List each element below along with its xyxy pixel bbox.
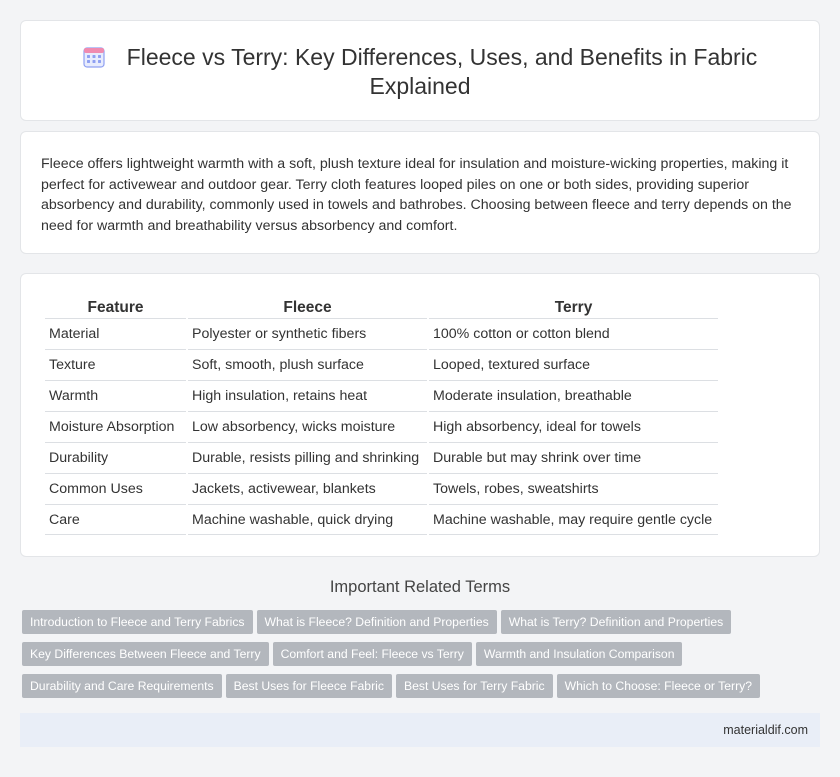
table-header-row: Feature Fleece Terry	[45, 296, 718, 318]
header-feature: Feature	[87, 299, 144, 316]
related-tag[interactable]: What is Terry? Definition and Properties	[500, 610, 732, 634]
cell-terry: Towels, robes, sweatshirts	[429, 473, 718, 504]
header-terry: Terry	[554, 299, 593, 316]
cell-fleece: Machine washable, quick drying	[188, 504, 427, 535]
cell-terry: 100% cotton or cotton blend	[429, 318, 718, 349]
table-row: Material Polyester or synthetic fibers 1…	[45, 318, 718, 349]
related-tag[interactable]: Key Differences Between Fleece and Terry	[22, 642, 269, 666]
header-fleece: Fleece	[283, 299, 332, 316]
table-row: Durability Durable, resists pilling and …	[45, 442, 718, 473]
cell-feature: Texture	[45, 349, 186, 380]
table-row: Moisture Absorption Low absorbency, wick…	[45, 411, 718, 442]
page-title-wrap: Fleece vs Terry: Key Differences, Uses, …	[61, 43, 779, 101]
related-tag[interactable]: Best Uses for Terry Fabric	[395, 674, 553, 698]
cell-fleece: High insulation, retains heat	[188, 380, 427, 411]
related-tag[interactable]: Which to Choose: Fleece or Terry?	[556, 674, 761, 698]
related-tag[interactable]: Durability and Care Requirements	[22, 674, 222, 698]
tag-row: Durability and Care Requirements Best Use…	[22, 674, 761, 706]
cell-fleece: Soft, smooth, plush surface	[188, 349, 427, 380]
related-tag[interactable]: Comfort and Feel: Fleece vs Terry	[272, 642, 472, 666]
intro-paragraph: Fleece offers lightweight warmth with a …	[41, 156, 792, 234]
cell-fleece: Jackets, activewear, blankets	[188, 473, 427, 504]
related-tag[interactable]: What is Fleece? Definition and Propertie…	[256, 610, 497, 634]
table-row: Texture Soft, smooth, plush surface Loop…	[45, 349, 718, 380]
cell-feature: Care	[45, 504, 186, 535]
comparison-card: Feature Fleece Terry Material Polyester …	[20, 273, 820, 557]
related-tag[interactable]: Best Uses for Fleece Fabric	[225, 674, 392, 698]
table-row: Warmth High insulation, retains heat Mod…	[45, 380, 718, 411]
title-card: Fleece vs Terry: Key Differences, Uses, …	[20, 20, 820, 121]
tag-row: Introduction to Fleece and Terry Fabrics…	[22, 610, 742, 642]
tag-row: Key Differences Between Fleece and Terry…	[22, 642, 742, 674]
intro-card: Fleece offers lightweight warmth with a …	[20, 131, 820, 254]
footer-site-link[interactable]: materialdif.com	[723, 723, 808, 737]
table-row: Common Uses Jackets, activewear, blanket…	[45, 473, 718, 504]
related-terms-tags: Introduction to Fleece and Terry Fabrics…	[22, 610, 761, 706]
cell-feature: Common Uses	[45, 473, 186, 504]
cell-terry: High absorbency, ideal for towels	[429, 411, 718, 442]
cell-feature: Moisture Absorption	[45, 411, 186, 442]
related-tag[interactable]: Introduction to Fleece and Terry Fabrics	[22, 610, 253, 634]
page-title: Fleece vs Terry: Key Differences, Uses, …	[126, 44, 758, 99]
cell-terry: Moderate insulation, breathable	[429, 380, 718, 411]
cell-terry: Machine washable, may require gentle cyc…	[429, 504, 718, 535]
cell-feature: Durability	[45, 442, 186, 473]
cell-fleece: Low absorbency, wicks moisture	[188, 411, 427, 442]
table-row: Care Machine washable, quick drying Mach…	[45, 504, 718, 535]
cell-feature: Material	[45, 318, 186, 349]
cell-fleece: Durable, resists pilling and shrinking	[188, 442, 427, 473]
cell-terry: Looped, textured surface	[429, 349, 718, 380]
cell-fleece: Polyester or synthetic fibers	[188, 318, 427, 349]
calendar-grid-icon	[83, 47, 105, 68]
related-terms-title: Important Related Terms	[329, 578, 511, 596]
cell-terry: Durable but may shrink over time	[429, 442, 718, 473]
comparison-table: Feature Fleece Terry Material Polyester …	[43, 296, 720, 535]
footer: materialdif.com	[20, 713, 820, 747]
cell-feature: Warmth	[45, 380, 186, 411]
related-tag[interactable]: Warmth and Insulation Comparison	[475, 642, 683, 666]
